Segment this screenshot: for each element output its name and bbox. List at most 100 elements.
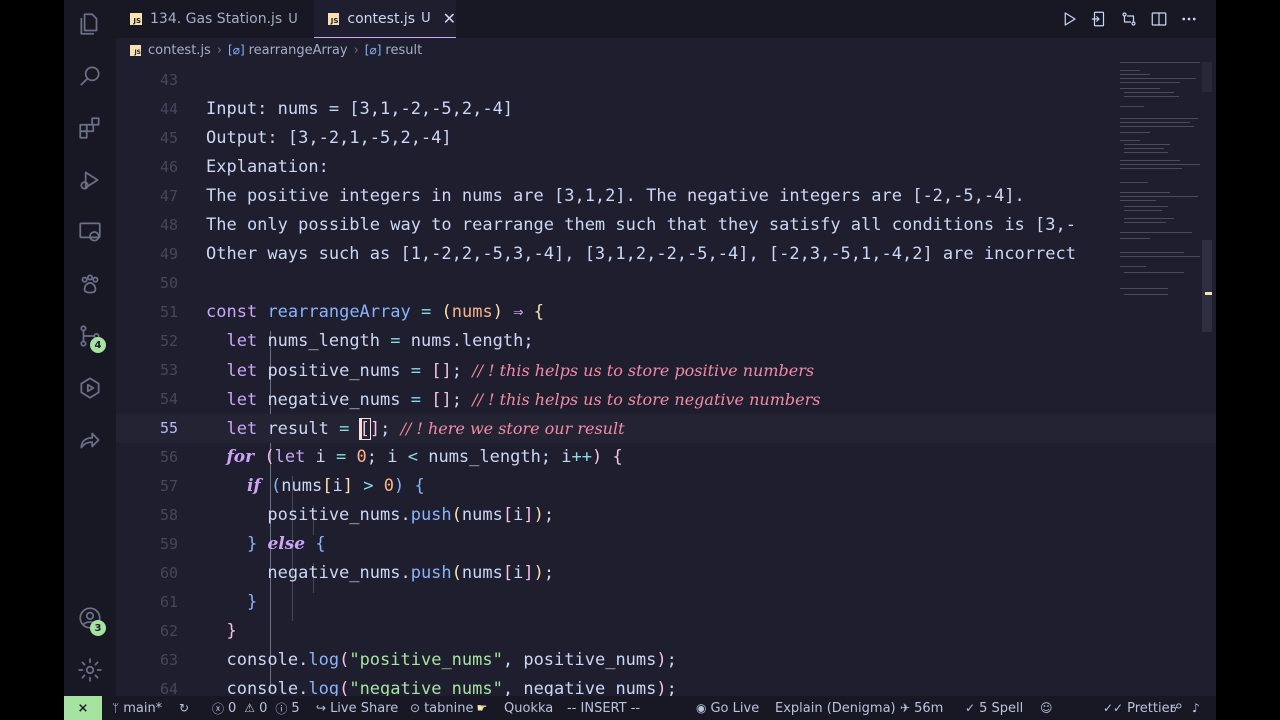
breadcrumb-separator-icon: › — [216, 42, 223, 58]
run-icon[interactable] — [1060, 10, 1078, 28]
tab-contest[interactable]: JS contest.js U ✕ — [314, 0, 456, 38]
live-share-status[interactable]: ↪ Live Share — [316, 696, 398, 720]
go-live-status[interactable]: ◉ Go Live — [696, 696, 759, 720]
line-number: 52 — [159, 332, 178, 350]
line-number: 54 — [159, 390, 178, 408]
go-live-label: Go Live — [710, 700, 760, 716]
code-text: let nums_length = nums.length; — [226, 331, 534, 351]
branch-status[interactable]: ᛘ main* — [112, 696, 162, 720]
remote-explorer-icon[interactable] — [76, 218, 104, 246]
more-actions-icon[interactable] — [1180, 10, 1198, 28]
feedback-icon[interactable]: ☍ — [1170, 696, 1186, 720]
error-count: 0 — [228, 700, 237, 716]
code-line: 51 const rearrangeArray = (nums) ⇒ { — [116, 298, 1216, 327]
tab-label: 134. Gas Station.js — [150, 11, 283, 27]
vscode-window: 4 3 JS 134. Gas Station.js U JS contest.… — [64, 0, 1216, 720]
remote-indicator-icon[interactable]: ⨯ — [64, 696, 102, 720]
javascript-file-icon: JS — [130, 13, 142, 25]
rocket-icon: ✈ — [900, 701, 911, 715]
tabnine-status[interactable]: ⊙ tabnine ☛ — [410, 696, 491, 720]
notifications-bell-icon[interactable]: ♪ — [1192, 696, 1204, 720]
explorer-icon[interactable] — [76, 10, 104, 38]
minimap-slider[interactable] — [1202, 240, 1212, 332]
line-number: 48 — [159, 216, 178, 234]
scrollbar-top[interactable] — [1202, 62, 1212, 92]
live-share-label: Live Share — [330, 700, 399, 716]
activity-bar: 4 3 — [64, 0, 116, 696]
breadcrumb-function[interactable]: rearrangeArray — [249, 43, 348, 58]
code-line: 63 console.log("positive_nums", positive… — [116, 646, 1216, 675]
code-line: 43 — [116, 66, 1216, 95]
search-icon[interactable] — [76, 62, 104, 90]
code-line: 56 for (let i = 0; i < nums_length; i++)… — [116, 443, 1216, 472]
code-line: 62 } — [116, 617, 1216, 646]
code-text: The only possible way to rearrange them … — [206, 215, 1076, 235]
line-number: 55 — [159, 419, 178, 437]
testing-icon[interactable] — [76, 374, 104, 402]
line-number: 45 — [159, 129, 178, 147]
hand-icon: ☛ — [476, 701, 488, 715]
branch-name: main* — [123, 700, 163, 716]
tab-modified-indicator: U — [421, 11, 431, 26]
accounts-badge: 3 — [90, 620, 106, 636]
tab-label: contest.js — [347, 10, 416, 27]
code-line: 53 let positive_nums = []; // ! this hel… — [116, 356, 1216, 385]
tabnine-icon: ⊙ — [410, 701, 421, 715]
problems-status[interactable]: ⓧ 0 ⚠ 0 ⓘ 5 — [212, 696, 300, 720]
prettier-status[interactable]: ✓✓ Prettier — [1103, 696, 1175, 720]
open-preview-icon[interactable] — [1090, 10, 1108, 28]
line-number: 53 — [159, 361, 178, 379]
code-text: } else { — [246, 534, 326, 554]
code-line: 48 The only possible way to rearrange the… — [116, 211, 1216, 240]
wakatime-status[interactable]: ✈ 56m — [900, 696, 943, 720]
code-line: 52 let nums_length = nums.length; — [116, 327, 1216, 356]
live-share-icon[interactable] — [76, 426, 104, 454]
code-line: 57 if (nums[i] > 0) { — [116, 472, 1216, 501]
code-editor[interactable]: 43 44 Input: nums = [3,1,-2,-5,2,-4] 45 Ou… — [116, 62, 1216, 696]
sync-icon[interactable]: ↻ — [179, 696, 193, 720]
code-line: 61 } — [116, 588, 1216, 617]
error-icon: ⓧ — [212, 701, 225, 716]
settings-gear-icon[interactable] — [76, 656, 104, 684]
code-text: const rearrangeArray = (nums) ⇒ { — [206, 302, 544, 322]
extensions-icon[interactable] — [76, 114, 104, 142]
git-branch-icon: ᛘ — [112, 701, 120, 715]
spell-status[interactable]: ✓ 5 Spell — [965, 696, 1023, 720]
broadcast-icon: ◉ — [696, 701, 707, 715]
code-text: if (nums[i] > 0) { — [246, 476, 425, 496]
javascript-file-icon: JS — [328, 12, 340, 25]
compare-changes-icon[interactable] — [1120, 10, 1138, 28]
split-editor-icon[interactable] — [1150, 10, 1168, 28]
spell-check-icon: ✓ — [965, 701, 976, 715]
code-text: Explanation: — [206, 157, 329, 177]
info-icon: ⓘ — [275, 701, 288, 716]
vim-mode-label: -- INSERT -- — [567, 700, 641, 716]
code-line: 44 Input: nums = [3,1,-2,-5,2,-4] — [116, 95, 1216, 124]
code-text: } — [246, 592, 258, 612]
code-line: 60 negative_nums.push(nums[i]); — [116, 559, 1216, 588]
prettier-label: Prettier — [1127, 700, 1175, 716]
line-number: 47 — [159, 187, 178, 205]
warning-count: 0 — [259, 700, 268, 716]
line-number: 62 — [159, 622, 178, 640]
tab-gas-station[interactable]: JS 134. Gas Station.js U — [116, 0, 308, 38]
code-line: 47 The positive integers in nums are [3,1… — [116, 182, 1216, 211]
minimap[interactable] — [1116, 62, 1212, 342]
line-number: 58 — [159, 506, 178, 524]
quokka-label: Quokka — [504, 700, 554, 716]
code-line: 49 Other ways such as [1,-2,2,-5,3,-4], [… — [116, 240, 1216, 269]
paw-icon[interactable] — [76, 270, 104, 298]
info-count: 5 — [291, 700, 300, 716]
tab-close-icon[interactable]: ✕ — [443, 9, 456, 28]
explain-status[interactable]: Explain (Denigma) — [775, 696, 896, 720]
code-line: 59 } else { — [116, 530, 1216, 559]
breadcrumb-variable[interactable]: result — [385, 43, 422, 58]
editor-actions — [1060, 0, 1198, 38]
double-check-icon: ✓✓ — [1103, 701, 1124, 715]
run-debug-icon[interactable] — [76, 166, 104, 194]
breadcrumb-file[interactable]: contest.js — [148, 43, 211, 58]
breadcrumb: JS contest.js › [⌀] rearrangeArray › [⌀]… — [116, 38, 1216, 62]
tabnine-label: tabnine — [424, 700, 474, 716]
quokka-status[interactable]: Quokka — [504, 696, 553, 720]
copilot-icon[interactable]: ☺ — [1040, 696, 1057, 720]
